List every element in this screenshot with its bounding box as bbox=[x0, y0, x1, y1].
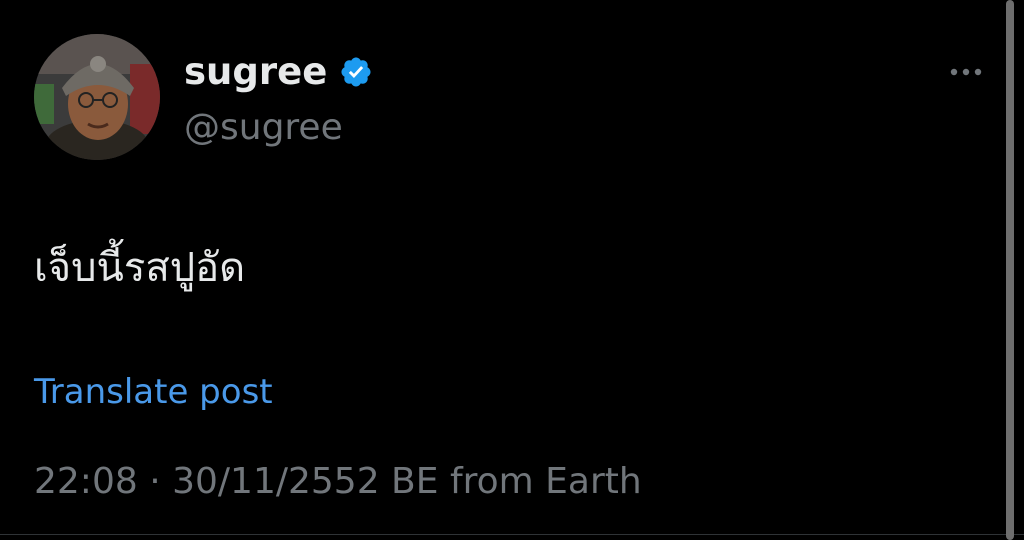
user-handle[interactable]: @sugree bbox=[184, 106, 343, 150]
divider bbox=[0, 534, 1024, 535]
more-options-icon[interactable] bbox=[944, 60, 988, 84]
scrollbar[interactable] bbox=[1006, 0, 1014, 540]
name-row: sugree bbox=[184, 50, 373, 94]
tweet-detail: sugree @sugree เจ็บนี้รสปูอัด Translate … bbox=[0, 0, 1024, 540]
post-metadata: 22:08 · 30/11/2552 BE from Earth bbox=[34, 458, 642, 506]
avatar-photo bbox=[34, 34, 160, 160]
display-name[interactable]: sugree bbox=[184, 50, 327, 94]
translate-post-link[interactable]: Translate post bbox=[34, 370, 273, 414]
verified-badge-icon[interactable] bbox=[339, 55, 373, 89]
meta-separator: · bbox=[149, 461, 161, 502]
post-text: เจ็บนี้รสปูอัด bbox=[34, 245, 246, 291]
post-source: from Earth bbox=[449, 461, 642, 502]
post-time[interactable]: 22:08 bbox=[34, 461, 138, 502]
avatar[interactable] bbox=[34, 34, 160, 160]
post-date[interactable]: 30/11/2552 BE bbox=[172, 461, 438, 502]
